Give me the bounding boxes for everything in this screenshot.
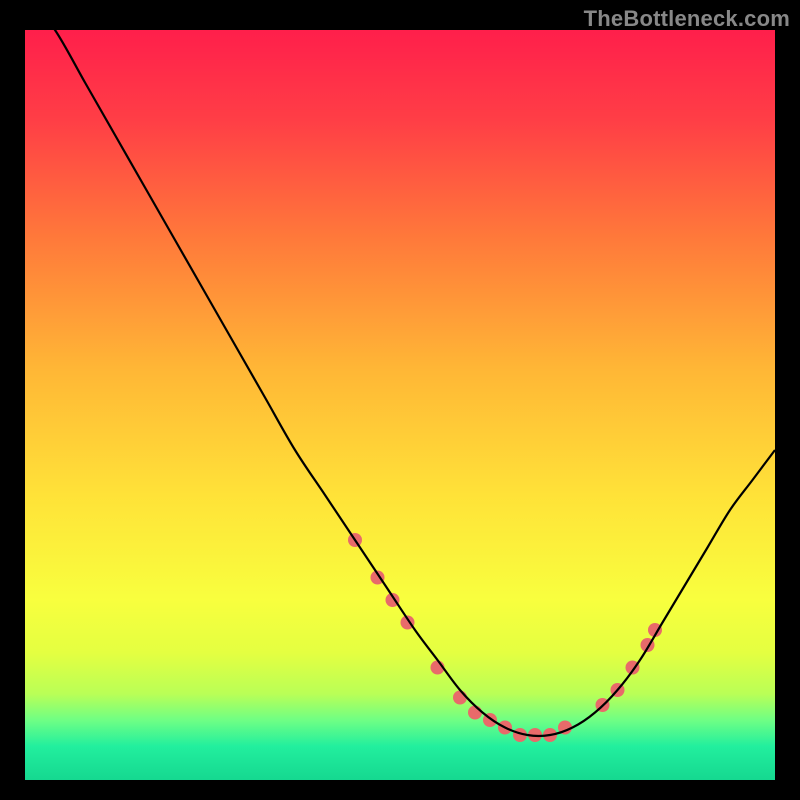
highlight-dot xyxy=(453,691,467,705)
plot-background xyxy=(25,30,775,780)
bottleneck-chart xyxy=(0,0,800,800)
chart-frame: TheBottleneck.com xyxy=(0,0,800,800)
watermark: TheBottleneck.com xyxy=(584,6,790,32)
highlight-dot xyxy=(468,706,482,720)
